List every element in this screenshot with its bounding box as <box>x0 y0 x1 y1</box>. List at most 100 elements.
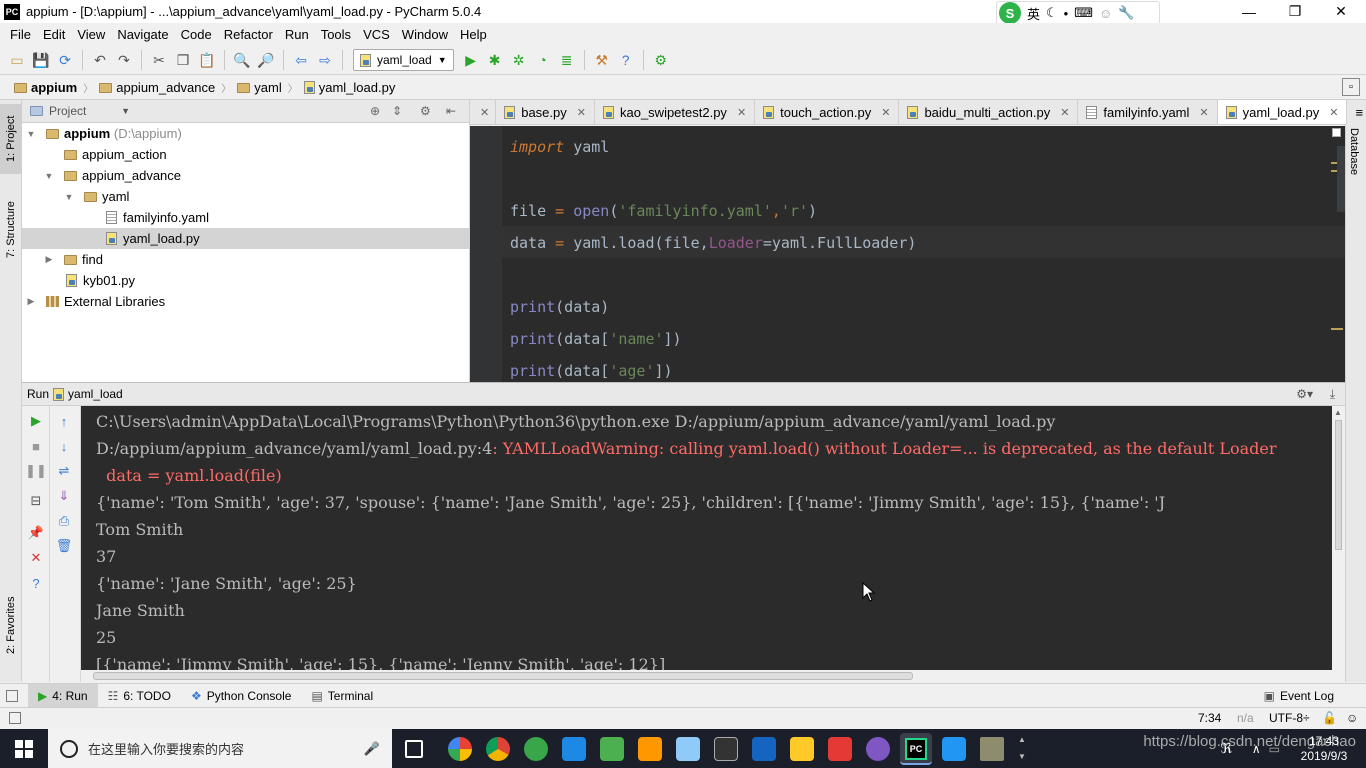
plugin-icon[interactable]: ⚙ <box>650 49 672 71</box>
project-tool-tab[interactable]: 1: Project <box>0 104 22 174</box>
menu-view[interactable]: View <box>71 27 111 42</box>
tab-python-console[interactable]: ❖ Python Console <box>181 684 302 708</box>
close-icon[interactable]: ✕ <box>27 549 45 567</box>
tab-touch-action-py[interactable]: touch_action.py ✕ <box>755 100 900 124</box>
run-icon[interactable]: ▶ <box>460 49 482 71</box>
taskbar-search-box[interactable]: 在这里输入你要搜索的内容 🎤 <box>48 729 392 768</box>
clock[interactable]: 17:43 2019/9/3 <box>1288 734 1360 764</box>
close-tab-icon[interactable]: ✕ <box>881 106 890 119</box>
settings-wrench-icon[interactable]: ⚒ <box>591 49 613 71</box>
restore-button[interactable]: ❐ <box>1272 0 1318 23</box>
close-tab-icon[interactable]: ✕ <box>1199 106 1208 119</box>
close-tab-icon[interactable]: ✕ <box>1329 106 1338 119</box>
help-icon[interactable]: ? <box>615 49 637 71</box>
user-app-icon[interactable] <box>980 737 1004 761</box>
blue-app-icon[interactable] <box>562 737 586 761</box>
store-icon[interactable] <box>828 737 852 761</box>
project-view-select[interactable]: Project ▼ <box>30 104 130 118</box>
scroll-to-end-icon[interactable]: ⇓ <box>55 487 73 505</box>
concurrency-icon[interactable]: ≣ <box>556 49 578 71</box>
hide-panel-icon[interactable]: ⤓ <box>1330 387 1335 402</box>
expanded-arrow-icon[interactable]: ▼ <box>42 171 56 181</box>
tab-list-button[interactable]: ≡ <box>1347 100 1366 124</box>
tree-item-familyinfo-yaml[interactable]: familyinfo.yaml <box>22 207 469 228</box>
print-icon[interactable]: ⎙ <box>55 512 73 530</box>
ime-language-label[interactable]: 英 <box>1027 4 1040 23</box>
hide-panel-icon[interactable]: ⇤ <box>446 104 456 118</box>
tab-kao-swipetest2-py[interactable]: kao_swipetest2.py ✕ <box>594 100 756 124</box>
menu-tools[interactable]: Tools <box>315 27 357 42</box>
tab-todo[interactable]: ☷ 6: TODO <box>98 684 181 708</box>
menu-code[interactable]: Code <box>175 27 218 42</box>
code-editor[interactable]: import yaml file = open('familyinfo.yaml… <box>470 126 1345 382</box>
blue-note-icon[interactable] <box>942 737 966 761</box>
hector-icon[interactable]: ☺ <box>1346 711 1358 725</box>
expanded-arrow-icon[interactable]: ▼ <box>62 192 76 202</box>
gear-icon[interactable]: ⚙ <box>420 104 431 118</box>
paste-icon[interactable]: 📋 <box>196 49 218 71</box>
console-vertical-scrollbar[interactable]: ▲ <box>1332 406 1345 682</box>
tab-run[interactable]: ▶ 4: Run <box>28 683 98 708</box>
tree-item-appium-action[interactable]: appium_action <box>22 144 469 165</box>
forward-icon[interactable]: ⇨ <box>314 49 336 71</box>
search-app-icon[interactable] <box>638 737 662 761</box>
task-view-icon[interactable] <box>405 740 423 758</box>
favorites-tool-tab[interactable]: 2: Favorites <box>0 580 22 670</box>
person-icon[interactable]: ☺ <box>1099 6 1112 21</box>
purple-app-icon[interactable] <box>866 737 890 761</box>
scroll-up-icon[interactable]: ↑ <box>55 412 73 430</box>
close-tab-icon[interactable]: ✕ <box>577 106 586 119</box>
event-log-tab[interactable]: ▣ Event Log <box>1254 684 1366 708</box>
locate-icon[interactable]: ⊕ <box>370 104 380 118</box>
tree-item-yaml[interactable]: ▼ yaml <box>22 186 469 207</box>
tree-item-kyb01[interactable]: kyb01.py <box>22 270 469 291</box>
menu-refactor[interactable]: Refactor <box>218 27 279 42</box>
scroll-up-arrow-icon[interactable]: ▲ <box>1334 408 1342 417</box>
find-icon[interactable]: 🔍 <box>231 49 253 71</box>
breadcrumb-yaml-load[interactable]: yaml_load.py <box>298 80 402 95</box>
help-icon[interactable]: ? <box>27 574 45 592</box>
tab-yaml-load-py[interactable]: yaml_load.py ✕ <box>1217 100 1348 124</box>
soft-wrap-icon[interactable]: ⇌ <box>55 462 73 480</box>
expanded-arrow-icon[interactable]: ▼ <box>24 129 38 139</box>
warning-source-link[interactable]: D:/appium/appium_advance/yaml/yaml_load.… <box>96 439 492 458</box>
console-horizontal-scrollbar[interactable] <box>81 670 1332 682</box>
sync-icon[interactable]: ⟳ <box>54 49 76 71</box>
structure-tool-tab[interactable]: 7: Structure <box>0 190 22 270</box>
tab-baidu-multi-action-py[interactable]: baidu_multi_action.py ✕ <box>899 100 1079 124</box>
pin-icon[interactable]: 📌 <box>27 524 45 542</box>
gear-icon[interactable]: ⚙▾ <box>1296 387 1313 401</box>
collapsed-arrow-icon[interactable]: ▶ <box>24 296 38 307</box>
close-left-tab-icon[interactable]: ✕ <box>470 100 497 124</box>
tree-item-appium-advance[interactable]: ▼ appium_advance <box>22 165 469 186</box>
windows-start-icon[interactable] <box>15 740 33 758</box>
run-config-select[interactable]: yaml_load ▼ <box>353 49 454 71</box>
terminal-app-icon[interactable] <box>714 737 738 761</box>
collapsed-arrow-icon[interactable]: ▶ <box>42 254 56 265</box>
green-app-icon[interactable] <box>524 737 548 761</box>
ime-toolbar[interactable]: S 英 ☾ • ⌨ ☺ 🔧 <box>996 1 1160 25</box>
lock-icon[interactable]: 🔓 <box>1322 711 1337 725</box>
tab-base-py[interactable]: base.py ✕ <box>496 100 595 124</box>
wrench-icon[interactable]: 🔧 <box>1118 5 1134 21</box>
run-panel-config[interactable]: yaml_load <box>68 387 123 401</box>
breadcrumb-appium[interactable]: appium <box>8 80 83 95</box>
open-folder-icon[interactable]: ▭ <box>6 49 28 71</box>
close-tab-icon[interactable]: ✕ <box>737 106 746 119</box>
inspection-status-icon[interactable] <box>1332 128 1341 137</box>
tab-familyinfo-yaml[interactable]: familyinfo.yaml ✕ <box>1078 100 1218 124</box>
menu-help[interactable]: Help <box>454 27 493 42</box>
app-icon-colorful[interactable] <box>448 737 472 761</box>
menu-navigate[interactable]: Navigate <box>111 27 174 42</box>
collapse-all-icon[interactable]: ⇕ <box>392 104 402 118</box>
scroll-down-icon[interactable]: ↓ <box>55 437 73 455</box>
debug-icon[interactable]: ✱ <box>484 49 506 71</box>
editor-scrollbar[interactable] <box>1337 146 1345 212</box>
replace-icon[interactable]: 🔎 <box>255 49 277 71</box>
redo-icon[interactable]: ↷ <box>113 49 135 71</box>
menu-run[interactable]: Run <box>279 27 315 42</box>
console-output[interactable]: C:\Users\admin\AppData\Local\Programs\Py… <box>81 406 1332 670</box>
tab-terminal[interactable]: ▤ Terminal <box>301 684 383 708</box>
profile-icon[interactable]: ◔ <box>532 49 554 71</box>
dot-icon[interactable]: • <box>1064 6 1069 21</box>
